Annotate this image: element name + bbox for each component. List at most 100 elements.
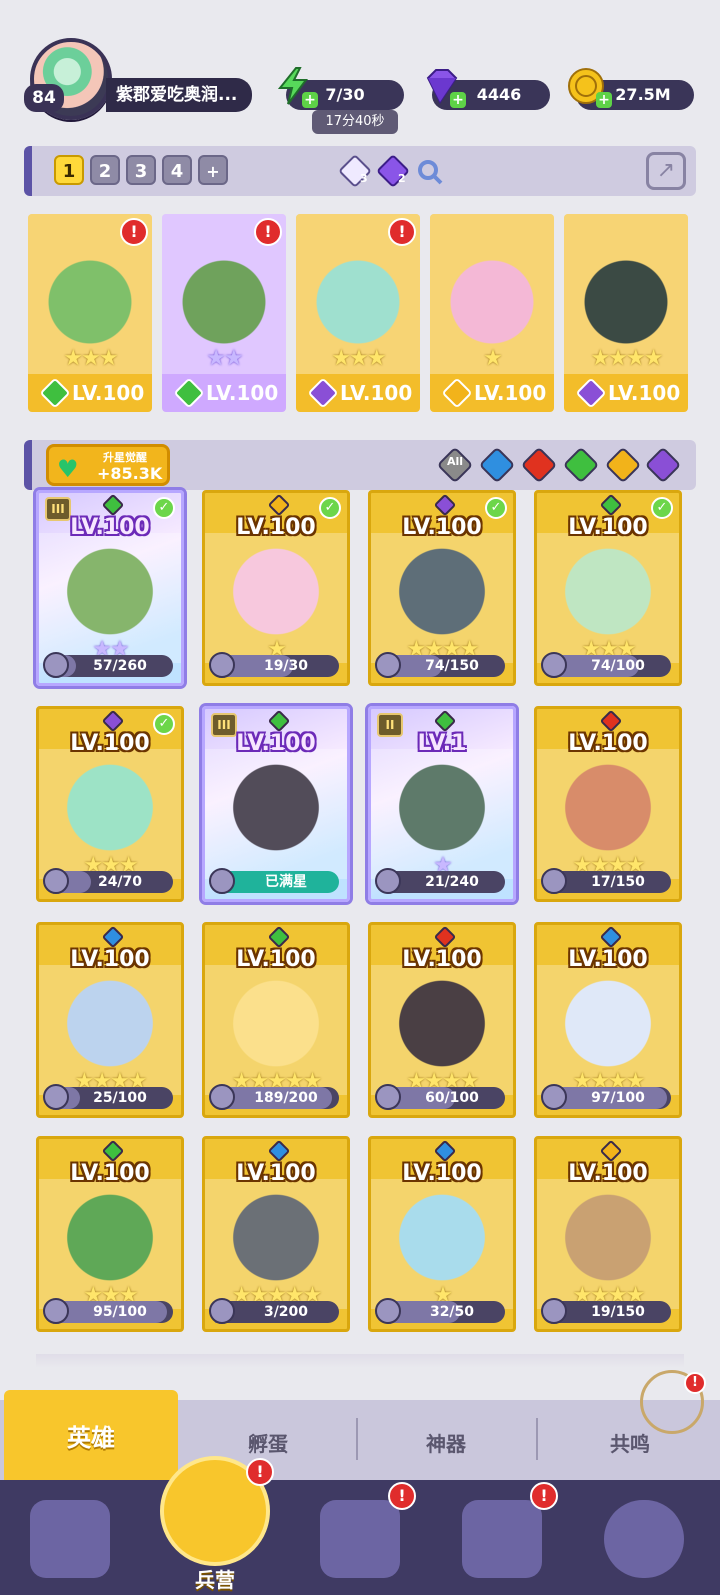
gold-plus-icon[interactable]: +: [596, 92, 612, 108]
team-hero-card[interactable]: ★ LV.100: [430, 214, 554, 412]
tab-artifact[interactable]: 神器: [426, 1428, 466, 1457]
shard-progress: 21/240: [375, 868, 505, 894]
filter-element-5[interactable]: [644, 446, 682, 484]
hero-level-row: LV.100: [564, 374, 688, 412]
element-icon: [575, 377, 607, 409]
hero-level: LV.100: [340, 381, 413, 405]
filter-element-1[interactable]: [478, 446, 516, 484]
player-name[interactable]: 紫郡爱吃奥润...: [106, 78, 252, 112]
hero-card[interactable]: ✓ LV.100 ★★★ 74/100: [534, 490, 682, 686]
team-hero-card[interactable]: ★★★★ LV.100: [564, 214, 688, 412]
team-tab-2[interactable]: 2: [90, 155, 120, 185]
shard-progress: 24/70: [43, 868, 173, 894]
tab-hatch[interactable]: 孵蛋: [248, 1428, 288, 1457]
shard-icon: [375, 1084, 401, 1110]
hero-stars: ★★★★: [590, 346, 664, 371]
team-hero-card[interactable]: ★★★ LV.100!: [296, 214, 420, 412]
shard-icon: [209, 868, 235, 894]
hero-level: LV.100: [70, 947, 150, 972]
hero-card[interactable]: LV.100 ★★★★ 19/150: [534, 1136, 682, 1332]
hero-stars: ★★★: [331, 346, 386, 371]
hero-level: LV.100: [402, 947, 482, 972]
element-icon: [599, 709, 623, 733]
nav-barracks-label: 兵营: [195, 1568, 235, 1592]
filter-element-2[interactable]: [520, 446, 558, 484]
shard-icon: [375, 868, 401, 894]
hero-card[interactable]: LV.100 ★★★★ 17/150: [534, 706, 682, 902]
hero-level-row: LV.100: [296, 374, 420, 412]
hero-level: LV.100: [72, 381, 145, 405]
hero-portrait: [205, 749, 347, 879]
shard-icon: [43, 1298, 69, 1324]
filter-element-3[interactable]: [562, 446, 600, 484]
filter-all[interactable]: All: [436, 446, 474, 484]
awaken-button[interactable]: ♥ 升星觉醒 +85.3K: [46, 444, 170, 486]
element-icon: [441, 377, 473, 409]
element-icon: [599, 493, 623, 517]
hero-level: LV.100: [236, 1161, 316, 1186]
team-tab-4[interactable]: 4: [162, 155, 192, 185]
team-add-tab[interactable]: +: [198, 155, 228, 185]
shard-progress-text: 已满星: [265, 874, 307, 890]
team-tab-1[interactable]: 1: [54, 155, 84, 185]
shard-progress: 57/260: [43, 652, 173, 678]
hero-card[interactable]: ✓ LV.100 ★★★★ 74/150: [368, 490, 516, 686]
share-button[interactable]: ↗: [646, 152, 686, 190]
shard-progress-text: 74/150: [425, 658, 479, 674]
shard-progress: 19/30: [209, 652, 339, 678]
shard-progress-text: 189/200: [254, 1090, 318, 1106]
hero-stars: ★: [483, 346, 503, 371]
hero-card[interactable]: LV.100 ★★★ 95/100: [36, 1136, 184, 1332]
element-icon: [433, 925, 457, 949]
team-hero-card[interactable]: ★★ LV.100!: [162, 214, 286, 412]
filter-diamond-icon: [604, 446, 642, 484]
hero-level: LV.100: [608, 381, 681, 405]
gold-value: 27.5M: [615, 85, 671, 104]
shard-progress: 32/50: [375, 1298, 505, 1324]
hero-card[interactable]: LV.100 ★★★★★ 189/200: [202, 922, 350, 1118]
element-icon: [267, 925, 291, 949]
hero-card[interactable]: LV.100 ★ 32/50: [368, 1136, 516, 1332]
nav-shrine-icon[interactable]: [462, 1500, 542, 1578]
hero-card[interactable]: LV.100 ★★★★★ 3/200: [202, 1136, 350, 1332]
alert-icon: !: [120, 218, 148, 246]
hero-card[interactable]: III ✓ LV.100 ★★ 57/260: [36, 490, 184, 686]
hero-card[interactable]: LV.100 ★★★★ 25/100: [36, 922, 184, 1118]
shard-progress: 74/150: [375, 652, 505, 678]
team-tab-3[interactable]: 3: [126, 155, 156, 185]
team-diamond-1[interactable]: 3: [338, 154, 372, 188]
filter-diamond-icon: [644, 446, 682, 484]
element-icon: [267, 709, 291, 733]
shard-progress: 25/100: [43, 1084, 173, 1110]
nav-mushroom-icon[interactable]: [604, 1500, 684, 1578]
nav-barracks-alert-icon: !: [246, 1458, 274, 1486]
hero-card[interactable]: II LV.1 ★ 21/240: [368, 706, 516, 902]
element-icon: [267, 1139, 291, 1163]
shard-icon: [209, 652, 235, 678]
hero-card[interactable]: LV.100 ★★★★ 60/100: [368, 922, 516, 1118]
team-diamond-2[interactable]: 2: [376, 154, 410, 188]
nav-map-icon[interactable]: [320, 1500, 400, 1578]
tab-heroes[interactable]: 英雄: [4, 1390, 178, 1480]
search-icon[interactable]: [416, 158, 444, 186]
nav-cards-icon[interactable]: [30, 1500, 110, 1578]
hero-card[interactable]: III LV.100 已满星: [202, 706, 350, 902]
hero-card[interactable]: ✓ LV.100 ★ 19/30: [202, 490, 350, 686]
shard-progress-text: 17/150: [591, 874, 645, 890]
hero-card[interactable]: LV.100 ★★★★ 97/100: [534, 922, 682, 1118]
energy-plus-icon[interactable]: +: [302, 92, 318, 108]
hero-card[interactable]: ✓ LV.100 ★★★ 24/70: [36, 706, 184, 902]
filter-element-4[interactable]: [604, 446, 642, 484]
shard-progress: 19/150: [541, 1298, 671, 1324]
element-icon: [173, 377, 205, 409]
hero-level: LV.100: [402, 515, 482, 540]
gem-plus-icon[interactable]: +: [450, 92, 466, 108]
hero-level: LV.100: [70, 1161, 150, 1186]
shard-icon: [43, 868, 69, 894]
team-hero-card[interactable]: ★★★ LV.100!: [28, 214, 152, 412]
compass-alert-icon: !: [684, 1372, 706, 1394]
team-bar: 1 2 3 4 + 3 2 ↗: [24, 146, 696, 196]
alert-icon: !: [388, 218, 416, 246]
tab-resonance[interactable]: 共鸣: [610, 1428, 650, 1457]
hero-level: LV.100: [402, 1161, 482, 1186]
